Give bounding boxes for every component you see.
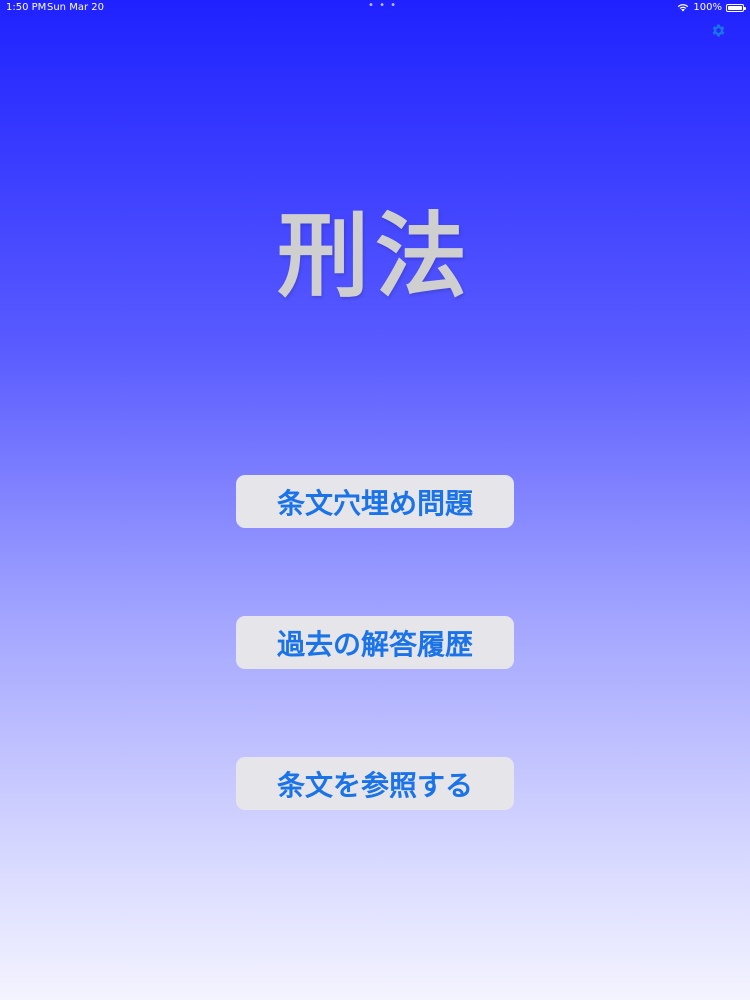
multitasking-dots[interactable]: • • • xyxy=(368,0,397,11)
gear-icon xyxy=(711,23,726,42)
wifi-icon xyxy=(677,3,689,12)
battery-percent: 100% xyxy=(693,2,722,13)
settings-button[interactable] xyxy=(708,22,728,42)
app-title: 刑法 xyxy=(276,202,473,310)
status-bar: 1:50 PM Sun Mar 20 • • • 100% xyxy=(0,0,750,16)
fill-blank-quiz-button[interactable]: 条文穴埋め問題 xyxy=(236,475,514,528)
status-time: 1:50 PM xyxy=(6,2,47,13)
browse-articles-button[interactable]: 条文を参照する xyxy=(236,757,514,810)
status-indicators: 100% xyxy=(677,2,746,13)
answer-history-button[interactable]: 過去の解答履歴 xyxy=(236,616,514,669)
battery-icon xyxy=(726,3,746,12)
status-date: Sun Mar 20 xyxy=(47,2,104,13)
